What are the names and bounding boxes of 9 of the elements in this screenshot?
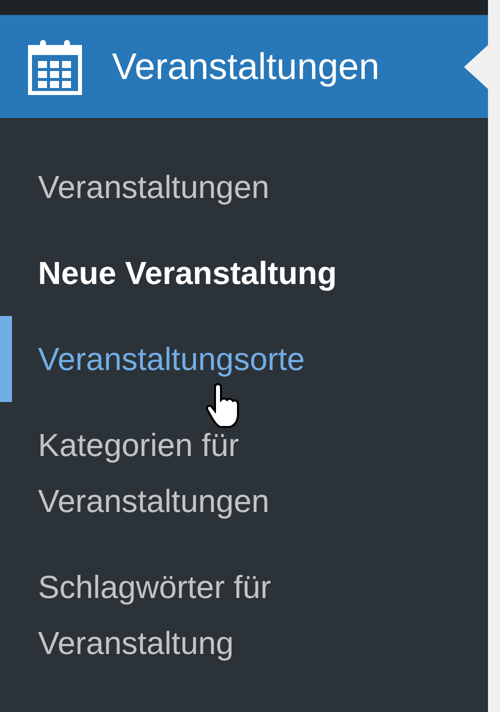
submenu-link[interactable]: Veranstaltungen [38, 159, 438, 215]
menu-header[interactable]: Veranstaltungen [0, 15, 488, 118]
pointer-arrow-icon [464, 45, 488, 89]
submenu-link[interactable]: Neue Veranstaltung [38, 245, 438, 301]
submenu-link[interactable]: Veranstaltungsorte [38, 331, 438, 387]
submenu-link[interactable]: Kategorien für Veranstaltungen [38, 417, 438, 529]
submenu-link[interactable]: Schlagwörter für Veranstaltung [38, 559, 438, 671]
calendar-icon [28, 38, 82, 94]
hand-cursor-icon [206, 382, 240, 428]
